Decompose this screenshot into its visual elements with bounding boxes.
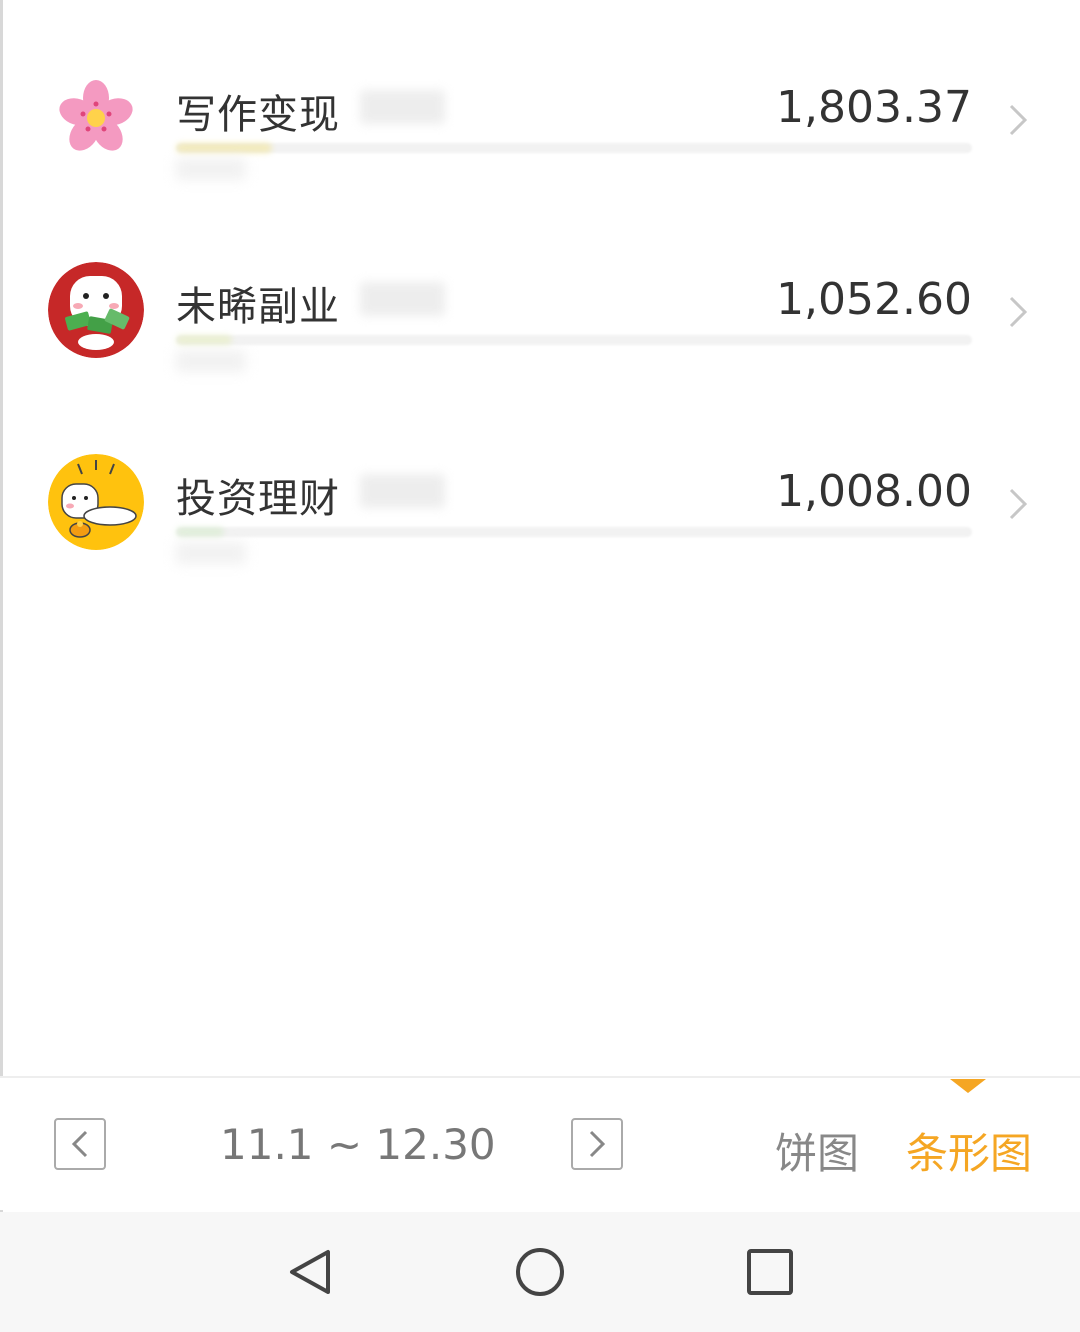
selected-view-indicator	[950, 1079, 986, 1093]
item-amount: 1,008.00	[776, 466, 972, 517]
progress-fill	[176, 143, 272, 153]
progress-bar	[176, 335, 972, 345]
toolbar-divider	[0, 1076, 1080, 1078]
recents-icon[interactable]	[744, 1246, 796, 1298]
item-label: 投资理财	[176, 476, 340, 522]
list-item-side-job[interactable]: 未晞副业 1,052.60	[0, 232, 1080, 382]
blurred-percentage	[360, 282, 445, 316]
money-mascot-icon	[48, 262, 144, 358]
next-period-button[interactable]	[571, 1118, 623, 1170]
chevron-right-icon	[1009, 104, 1028, 136]
flower-icon	[48, 70, 144, 166]
blurred-subtext	[176, 158, 246, 180]
bar-chart-tab[interactable]: 条形图	[906, 1120, 1032, 1181]
blurred-percentage	[360, 474, 445, 508]
blurred-percentage	[360, 90, 445, 124]
progress-bar	[176, 527, 972, 537]
item-amount: 1,052.60	[776, 274, 972, 325]
chevron-right-icon	[1009, 488, 1028, 520]
list-item-writing[interactable]: 写作变现 1,803.37	[0, 40, 1080, 190]
list-item-investment[interactable]: 投资理财 1,008.00	[0, 424, 1080, 574]
progress-fill	[176, 335, 232, 345]
previous-period-button[interactable]	[54, 1118, 106, 1170]
item-label: 写作变现	[176, 92, 340, 138]
blurred-subtext	[176, 542, 246, 564]
system-navigation-bar	[0, 1212, 1080, 1332]
chevron-left-icon	[71, 1130, 88, 1158]
date-range-label[interactable]: 11.1 ~ 12.30	[220, 1120, 496, 1169]
blurred-subtext	[176, 350, 246, 372]
progress-fill	[176, 527, 224, 537]
mascot-icon	[48, 454, 144, 550]
chevron-right-icon	[1009, 296, 1028, 328]
item-label: 未晞副业	[176, 284, 340, 330]
pie-chart-tab[interactable]: 饼图	[775, 1120, 859, 1181]
chevron-right-icon	[589, 1130, 606, 1158]
item-amount: 1,803.37	[776, 82, 972, 133]
home-icon[interactable]	[514, 1246, 566, 1298]
progress-bar	[176, 143, 972, 153]
back-icon[interactable]	[284, 1246, 336, 1298]
